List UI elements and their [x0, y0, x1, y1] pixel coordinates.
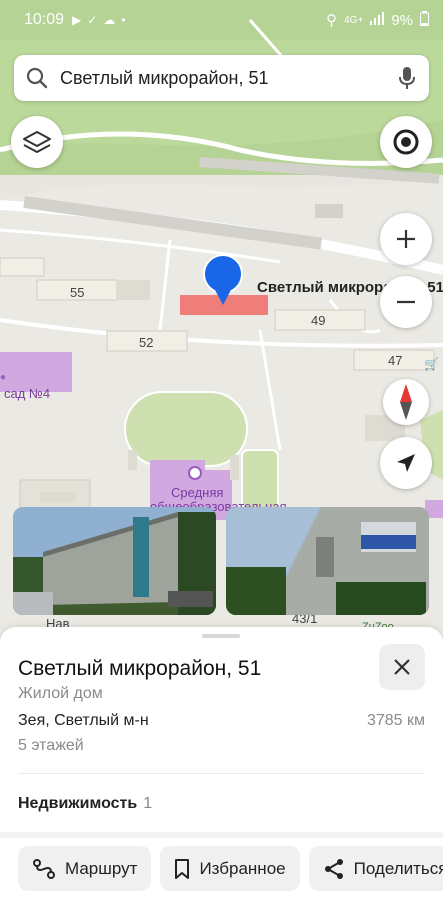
notification-icons: ▶ ✓ ☁ •	[72, 13, 126, 27]
status-time: 10:09	[24, 11, 65, 28]
minus-icon	[397, 300, 415, 304]
place-type: Жилой дом	[18, 685, 103, 702]
zoom-out-button[interactable]	[380, 276, 432, 328]
action-bar: Маршрут Избранное Поделиться	[18, 846, 443, 891]
network-type: 4G+	[344, 14, 364, 26]
place-floors: 5 этажей	[18, 737, 84, 754]
place-title: Светлый микрорайон, 51	[18, 657, 262, 680]
search-icon	[26, 67, 48, 89]
route-button[interactable]: Маршрут	[18, 846, 152, 891]
building-label: 49	[311, 313, 326, 328]
realty-label: Недвижимость	[18, 795, 138, 812]
layers-button[interactable]	[11, 116, 63, 168]
battery-percent: 9%	[391, 11, 413, 29]
search-bar[interactable]: Светлый микрорайон, 51	[14, 55, 429, 101]
play-icon: ▶	[72, 13, 82, 27]
check-icon: ✓	[87, 13, 98, 27]
search-input[interactable]: Светлый микрорайон, 51	[60, 68, 397, 89]
signal-icon	[370, 11, 385, 29]
favorite-button[interactable]: Избранное	[160, 846, 300, 891]
place-card[interactable]: Светлый микрорайон, 51 Жилой дом Зея, Св…	[0, 627, 443, 900]
status-bar: 10:09 ▶ ✓ ☁ • ⚲ 4G+ 9%	[0, 0, 443, 40]
share-icon	[324, 858, 343, 879]
building-label: 47	[388, 353, 403, 368]
poi-kindergarten-label[interactable]: сад №4	[4, 386, 50, 401]
assistant-icon	[393, 129, 419, 155]
share-button[interactable]: Поделиться	[308, 846, 443, 891]
route-icon	[33, 858, 55, 879]
building-label: 52	[139, 335, 154, 350]
bookmark-icon	[175, 858, 190, 879]
place-address: Зея, Светлый м-н	[18, 712, 149, 729]
school-icon[interactable]	[188, 466, 202, 480]
dot-icon: •	[121, 13, 126, 27]
poi-school-label[interactable]: Средняя	[171, 485, 223, 500]
cloud-icon: ☁	[103, 13, 116, 27]
building-photo[interactable]	[13, 507, 216, 615]
photo-gallery[interactable]	[13, 507, 443, 615]
building-photo[interactable]	[226, 507, 429, 615]
kindergarten-icon[interactable]: ●	[0, 372, 6, 383]
microphone-icon[interactable]	[397, 65, 417, 91]
location-pin-icon[interactable]	[202, 253, 244, 309]
navigation-arrow-icon	[397, 454, 415, 472]
battery-icon	[420, 10, 429, 30]
compass-icon	[400, 384, 412, 420]
realty-row[interactable]: Недвижимость 1	[18, 795, 152, 813]
cart-icon[interactable]: 🛒	[424, 357, 439, 371]
place-distance: 3785 км	[366, 712, 425, 729]
layers-icon	[23, 131, 51, 153]
compass-button[interactable]	[383, 379, 429, 425]
sheet-grabber[interactable]	[202, 634, 240, 638]
building-label: 55	[70, 285, 85, 300]
section-separator	[0, 832, 443, 838]
my-location-button[interactable]	[380, 437, 432, 489]
divider	[18, 773, 425, 774]
assistant-button[interactable]	[380, 116, 432, 168]
favorite-label: Избранное	[199, 858, 286, 878]
share-label: Поделиться	[353, 858, 443, 878]
plus-icon	[397, 230, 415, 248]
zoom-in-button[interactable]	[380, 213, 432, 265]
close-icon	[394, 659, 410, 675]
realty-count: 1	[143, 795, 153, 812]
close-button[interactable]	[379, 644, 425, 690]
location-icon: ⚲	[326, 12, 338, 29]
route-label: Маршрут	[65, 858, 138, 878]
